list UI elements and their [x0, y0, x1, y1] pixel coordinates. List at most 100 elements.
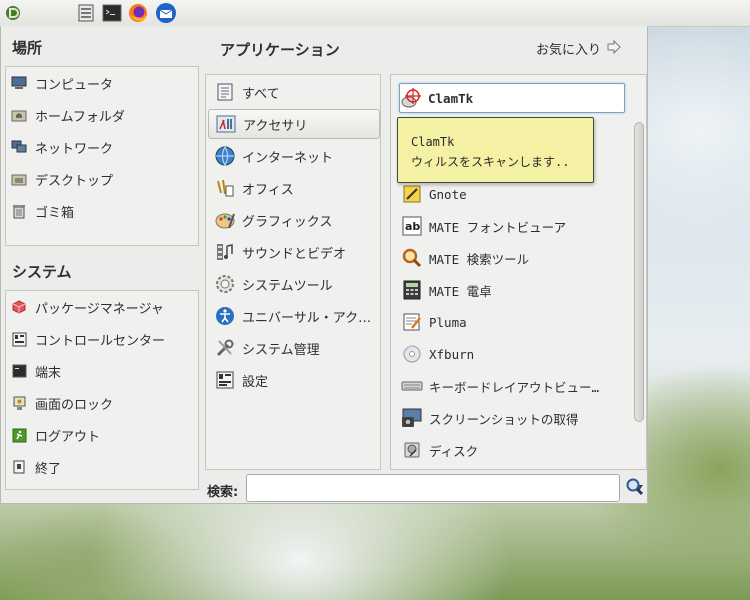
lock-screen-icon — [10, 394, 28, 412]
category-internet[interactable]: インターネット — [208, 141, 380, 171]
places-item-desktop[interactable]: デスクトップ — [10, 165, 113, 193]
category-system-tools[interactable]: システムツール — [208, 269, 380, 299]
system-item-label: 画面のロック — [35, 397, 114, 413]
system-item-terminal[interactable]: 端末 — [10, 357, 61, 385]
search-input[interactable] — [246, 474, 620, 502]
graphics-icon — [214, 209, 236, 231]
category-label: インターネット — [242, 150, 334, 166]
favorites-label: お気に入り — [536, 43, 602, 58]
app-item-pluma[interactable]: Pluma — [401, 307, 623, 337]
places-item-computer[interactable]: コンピュータ — [10, 69, 113, 97]
application-menu: 場所 コンピュータ ホームフォルダ ネットワーク デスクトップ ゴミ箱 システム… — [0, 26, 648, 504]
home-folder-icon — [10, 106, 28, 124]
xfburn-icon — [401, 343, 423, 365]
svg-text:ab: ab — [405, 220, 420, 233]
control-center-icon — [10, 330, 28, 348]
app-item-xfburn[interactable]: Xfburn — [401, 339, 623, 369]
tooltip-text: ウィルスをスキャンします.. — [411, 155, 570, 169]
category-label: システムツール — [242, 278, 333, 294]
keyboard-icon — [401, 375, 423, 397]
files-icon[interactable] — [75, 2, 97, 24]
clamtk-tooltip: ClamTk ウィルスをスキャンします.. — [397, 117, 594, 183]
scrollbar-thumb[interactable] — [634, 122, 644, 422]
thunderbird-icon[interactable] — [155, 2, 177, 24]
favorites-link[interactable]: お気に入り — [536, 39, 622, 58]
screenshot-icon — [401, 407, 423, 429]
settings-icon — [214, 369, 236, 391]
all-apps-icon — [214, 81, 236, 103]
system-item-package-manager[interactable]: パッケージマネージャ — [10, 293, 164, 321]
category-administration[interactable]: システム管理 — [208, 333, 380, 363]
places-item-home-folder[interactable]: ホームフォルダ — [10, 101, 125, 129]
places-item-label: コンピュータ — [35, 77, 114, 93]
system-tools-icon — [214, 273, 236, 295]
tooltip-title: ClamTk — [411, 135, 455, 149]
app-label: キーボードレイアウトビュー… — [429, 379, 600, 395]
accessories-icon — [215, 113, 237, 135]
system-item-control-center[interactable]: コントロールセンター — [10, 325, 165, 353]
app-label: ClamTk — [428, 90, 474, 106]
app-label: MATE 電卓 — [429, 283, 492, 299]
category-office[interactable]: オフィス — [208, 173, 380, 203]
shutdown-icon — [10, 458, 28, 476]
gnote-icon — [401, 183, 423, 205]
app-item-keyboard-layout[interactable]: キーボードレイアウトビュー… — [401, 371, 623, 401]
category-all[interactable]: すべて — [208, 77, 380, 107]
app-item-font-viewer[interactable]: ab MATE フォントビューア — [401, 211, 623, 241]
places-item-label: ゴミ箱 — [35, 205, 75, 221]
category-sound-video[interactable]: サウンドとビデオ — [208, 237, 380, 267]
app-label: ディスク — [429, 443, 479, 459]
system-item-label: ログアウト — [35, 429, 101, 445]
category-list: すべて アクセサリ インターネット オフィス グラフィックス サウンドとビデオ … — [205, 74, 381, 470]
system-item-lock-screen[interactable]: 画面のロック — [10, 389, 113, 417]
network-icon — [10, 138, 28, 156]
places-item-trash[interactable]: ゴミ箱 — [10, 197, 74, 225]
app-label: Xfburn — [429, 346, 475, 362]
internet-icon — [214, 145, 236, 167]
category-accessories[interactable]: アクセサリ — [208, 109, 380, 139]
system-item-label: 終了 — [35, 461, 62, 477]
system-item-label: パッケージマネージャ — [35, 301, 164, 317]
package-icon — [10, 298, 28, 316]
app-item-disks[interactable]: ディスク — [401, 435, 623, 465]
places-item-label: ネットワーク — [35, 141, 114, 157]
app-item-clamtk[interactable]: ClamTk — [399, 83, 625, 113]
app-label: Gnote — [429, 186, 467, 202]
system-item-logout[interactable]: ログアウト — [10, 421, 100, 449]
app-label: MATE フォントビューア — [429, 219, 567, 235]
disks-icon — [401, 439, 423, 461]
system-item-label: 端末 — [35, 365, 62, 381]
administration-icon — [214, 337, 236, 359]
app-label: MATE 検索ツール — [429, 251, 530, 267]
app-item-gnote[interactable]: Gnote — [401, 179, 623, 209]
places-title: 場所 — [12, 39, 43, 57]
terminal-icon — [10, 362, 28, 380]
menu-logo-icon[interactable] — [2, 2, 24, 24]
computer-icon — [10, 74, 28, 92]
app-item-calculator[interactable]: MATE 電卓 — [401, 275, 623, 305]
app-item-screenshot[interactable]: スクリーンショットの取得 — [401, 403, 623, 433]
category-label: オフィス — [242, 182, 294, 198]
search-label: 検索: — [207, 485, 239, 500]
clamtk-icon — [400, 87, 422, 109]
app-list-scrollbar[interactable] — [632, 118, 645, 492]
terminal-icon[interactable] — [101, 2, 123, 24]
category-label: サウンドとビデオ — [242, 246, 347, 262]
system-item-shutdown[interactable]: 終了 — [10, 453, 61, 481]
firefox-icon[interactable] — [127, 2, 149, 24]
places-item-network[interactable]: ネットワーク — [10, 133, 113, 161]
app-item-search-tool[interactable]: MATE 検索ツール — [401, 243, 623, 273]
category-label: 設定 — [242, 374, 269, 390]
system-item-label: コントロールセンター — [35, 333, 166, 349]
applications-title: アプリケーション — [220, 41, 340, 59]
search-tool-icon — [401, 247, 423, 269]
category-settings[interactable]: 設定 — [208, 365, 380, 395]
places-item-label: デスクトップ — [35, 173, 114, 189]
pluma-icon — [401, 311, 423, 333]
category-universal-access[interactable]: ユニバーサル・アク… — [208, 301, 380, 331]
category-label: すべて — [242, 86, 280, 102]
search-icon[interactable] — [626, 478, 644, 500]
arrow-right-icon — [606, 39, 622, 58]
app-label: Pluma — [429, 314, 467, 330]
category-graphics[interactable]: グラフィックス — [208, 205, 380, 235]
